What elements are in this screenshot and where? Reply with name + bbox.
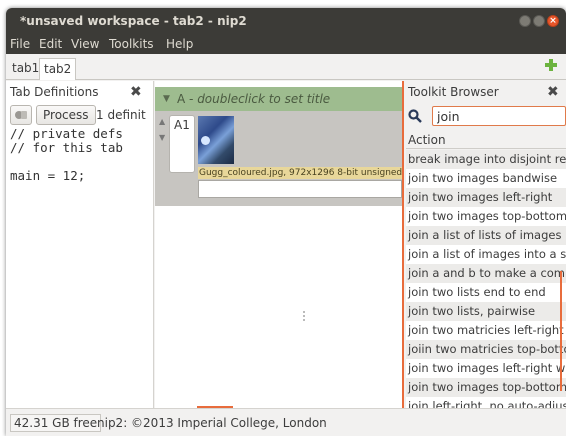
list-item[interactable]: join two images bandwise [406, 169, 566, 188]
row-entry-field[interactable] [198, 180, 402, 198]
list-item[interactable]: join a list of images into a sin [406, 245, 566, 264]
menu-file[interactable]: File [10, 37, 30, 51]
process-button[interactable]: Process [36, 105, 96, 125]
column-collapse-icon[interactable]: ▼ [163, 94, 170, 104]
column-body: ▲ ▼ A1 Gugg_coloured.jpg, 972x1296 8-bit… [155, 111, 402, 206]
add-tab-icon[interactable] [544, 58, 558, 72]
toolkit-search-input[interactable] [432, 106, 566, 126]
thumbnail-highlight [201, 136, 210, 145]
workspace-area[interactable]: ▼ A - doubleclick to set title ▲ ▼ A1 Gu… [155, 81, 402, 409]
action-column-label: Action [408, 133, 446, 147]
pane-resize-handle[interactable] [303, 311, 305, 321]
row-button-a1[interactable]: A1 [169, 115, 195, 173]
column-header[interactable]: ▼ A - doubleclick to set title [155, 87, 402, 111]
image-caption: Gugg_coloured.jpg, 972x1296 8-bit unsign… [198, 167, 402, 179]
action-column-header[interactable]: Action [406, 131, 566, 149]
toolkit-browser-title: Toolkit Browser [408, 85, 499, 99]
tab-definitions-pane: Tab Definitions ✖ Process 1 definit // p… [6, 81, 154, 408]
row-down-icon[interactable]: ▼ [159, 133, 165, 142]
list-item[interactable]: join two images top-bottom v [406, 378, 566, 397]
list-item[interactable]: break image into disjoint reg [406, 150, 566, 169]
list-item[interactable]: join two images left-right [406, 188, 566, 207]
disk-free-indicator: 42.31 GB free [10, 414, 102, 432]
list-item[interactable]: join two lists, pairwise [406, 302, 566, 321]
definitions-count: 1 definit [96, 108, 146, 122]
workspace-tabs: tab1 tab2 [6, 54, 566, 80]
list-item[interactable]: join a and b to make a comple [406, 264, 566, 283]
row-up-icon[interactable]: ▲ [159, 117, 165, 126]
list-item[interactable]: join left-right, no auto-adjust [406, 397, 566, 408]
row-label: A1 [174, 118, 190, 132]
list-item[interactable]: join two images top-bottom [406, 207, 566, 226]
list-item[interactable]: join two matricies left-right [406, 321, 566, 340]
definitions-menu-button[interactable] [10, 105, 32, 125]
menu-bar: File Edit View Toolkits Help [6, 34, 566, 54]
status-text: nip2: ©2013 Imperial College, London [97, 416, 327, 430]
column-title[interactable]: A - doubleclick to set title [177, 92, 330, 106]
window-title: *unsaved workspace - tab2 - nip2 [20, 14, 247, 28]
minimize-button[interactable] [519, 15, 531, 27]
menu-toolkits[interactable]: Toolkits [109, 37, 154, 51]
list-item[interactable]: joiin two matricies top-botto [406, 340, 566, 359]
toolkit-results-list: break image into disjoint reg join two i… [406, 150, 566, 408]
status-bar: 42.31 GB free nip2: ©2013 Imperial Colle… [6, 408, 566, 436]
search-icon [408, 109, 422, 123]
title-bar[interactable]: *unsaved workspace - tab2 - nip2 × [6, 8, 566, 34]
list-item[interactable]: join two images left-right wit [406, 359, 566, 378]
close-toolkit-icon[interactable]: ✖ [547, 84, 559, 100]
app-window: *unsaved workspace - tab2 - nip2 × File … [6, 8, 566, 436]
definitions-editor[interactable]: // private defs // for this tab main = 1… [10, 127, 123, 183]
column-title-hint: doubleclick to set title [197, 92, 331, 106]
close-window-button[interactable]: × [547, 15, 559, 27]
toolkit-browser-pane: Toolkit Browser ✖ Action break image int… [402, 81, 566, 408]
menu-help[interactable]: Help [166, 37, 193, 51]
pane-divider[interactable] [402, 81, 404, 408]
list-item[interactable]: join two lists end to end [406, 283, 566, 302]
vertical-scrollbar[interactable] [560, 271, 562, 391]
tool-icon [15, 111, 27, 119]
maximize-button[interactable] [533, 15, 545, 27]
column-name: A [177, 92, 186, 106]
close-definitions-icon[interactable]: ✖ [130, 84, 142, 100]
menu-view[interactable]: View [71, 37, 99, 51]
list-item[interactable]: join a list of lists of images in [406, 226, 566, 245]
tab-tab2[interactable]: tab2 [39, 58, 77, 80]
menu-edit[interactable]: Edit [39, 37, 62, 51]
tab-definitions-title: Tab Definitions [10, 85, 99, 99]
